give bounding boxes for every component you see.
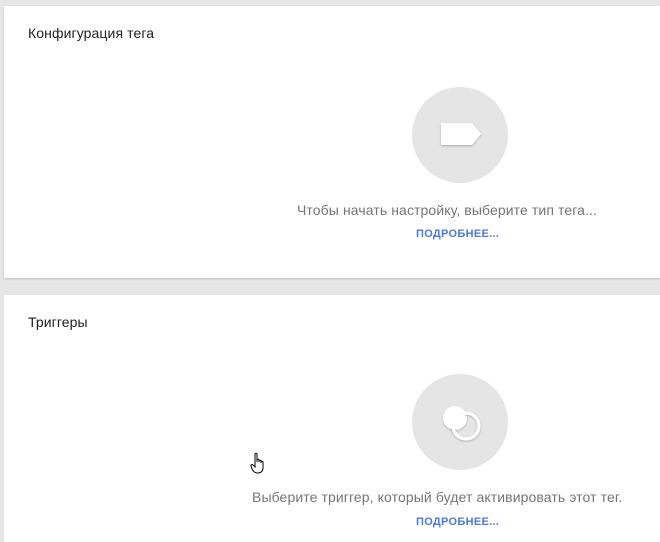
triggers-hint: Выберите триггер, который будет активиро… [252, 489, 623, 505]
triggers-title: Триггеры [28, 314, 88, 330]
trigger-placeholder[interactable] [412, 374, 508, 470]
tag-configuration-card[interactable]: Конфигурация тега Чтобы начать настройку… [4, 6, 660, 278]
tag-configuration-hint: Чтобы начать настройку, выберите тип тег… [297, 202, 597, 218]
tag-configuration-title: Конфигурация тега [28, 25, 155, 41]
triggers-card[interactable]: Триггеры Выберите триггер, который будет… [4, 295, 660, 542]
tag-learn-more-link[interactable]: ПОДРОБНЕЕ... [416, 228, 499, 240]
triggers-learn-more-link[interactable]: ПОДРОБНЕЕ... [416, 516, 499, 528]
trigger-icon [443, 406, 481, 441]
tag-icon [441, 123, 481, 145]
tag-type-placeholder[interactable] [412, 87, 508, 183]
hand-pointer-icon [250, 452, 264, 474]
